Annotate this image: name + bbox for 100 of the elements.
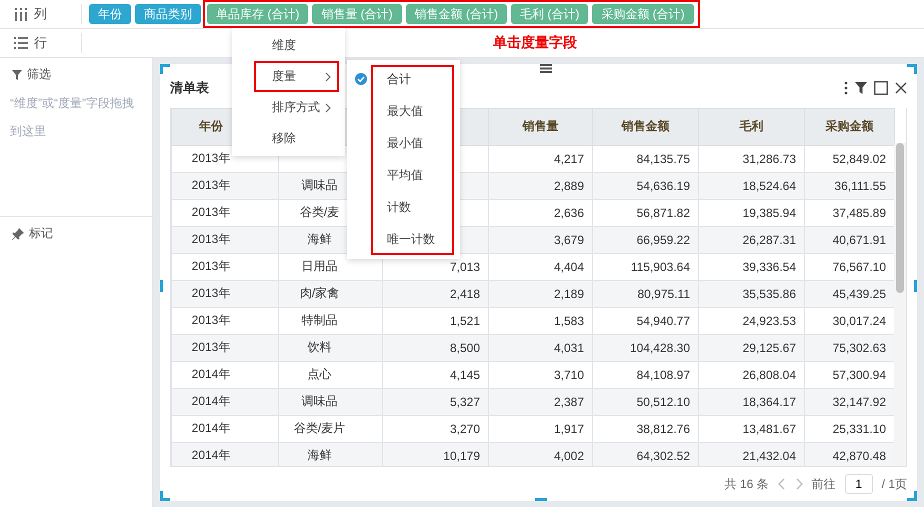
table-cell: 54,940.77 [592, 307, 698, 334]
resize-handle[interactable] [160, 491, 170, 501]
table-cell: 2013年 [172, 280, 278, 308]
shelf-label: 列 [34, 5, 47, 23]
table-cell: 海鲜 [278, 442, 382, 466]
table-cell: 2013年 [172, 253, 278, 280]
table-cell: 38,812.76 [592, 415, 698, 442]
maximize-icon [874, 80, 888, 95]
table-cell: 特制品 [278, 307, 382, 334]
chevron-right-icon [325, 72, 331, 82]
table-cell: 50,512.10 [592, 388, 698, 416]
resize-handle[interactable] [914, 280, 917, 292]
table-cell: 肉/家禽 [278, 280, 382, 308]
page-input[interactable]: 1 [844, 474, 873, 494]
table-cell: 3,270 [382, 415, 488, 442]
column-header[interactable]: 采购金额 [804, 108, 894, 146]
menu-item[interactable]: 最小值 [387, 134, 423, 152]
table-cell: 1,583 [488, 307, 592, 334]
column-header[interactable]: 销售金额 [592, 108, 698, 146]
table-cell: 2014年 [172, 388, 278, 416]
menu-item[interactable]: 度量 [254, 61, 339, 92]
table-cell: 2,636 [488, 199, 592, 226]
chevron-right-icon [325, 102, 331, 112]
table-cell: 26,287.31 [698, 226, 804, 254]
list-icon [14, 36, 28, 50]
menu-item[interactable]: 平均值 [387, 166, 423, 184]
table-cell: 4,217 [488, 145, 592, 172]
table-cell: 31,286.73 [698, 145, 804, 172]
table-cell: 2014年 [172, 442, 278, 466]
table-cell: 54,636.19 [592, 172, 698, 200]
table-cell: 2014年 [172, 415, 278, 442]
previous-icon [778, 478, 786, 490]
next-icon [794, 478, 803, 490]
table-cell: 104,428.30 [592, 334, 698, 362]
table-cell: 4,145 [382, 361, 488, 388]
resize-handle[interactable] [907, 491, 917, 501]
marks-title: 标记 [29, 225, 53, 242]
table-cell: 56,871.82 [592, 199, 698, 226]
column-header[interactable]: 销售量 [488, 108, 592, 146]
table-cell: 80,975.11 [592, 280, 698, 308]
column-header[interactable]: 毛利 [698, 108, 804, 146]
resize-handle[interactable] [160, 280, 163, 292]
table-cell: 66,959.22 [592, 226, 698, 254]
table-cell: 2013年 [172, 307, 278, 334]
filter-icon [12, 70, 22, 80]
scrollbar-thumb[interactable] [896, 142, 904, 293]
table-cell: 1,521 [382, 307, 488, 334]
pin-icon [12, 228, 24, 240]
table-cell: 45,439.25 [804, 280, 894, 308]
shelf-label: 行 [34, 34, 47, 52]
table-cell: 2,387 [488, 388, 592, 416]
page-count: / 1页 [882, 476, 907, 493]
table-cell: 4,404 [488, 253, 592, 280]
menu-item[interactable]: 计数 [387, 198, 411, 216]
resize-handle[interactable] [907, 64, 917, 74]
table-cell: 2013年 [172, 199, 278, 226]
table-cell: 点心 [278, 361, 382, 388]
table-cell: 8,500 [382, 334, 488, 362]
table-cell: 1,917 [488, 415, 592, 442]
table-cell: 3,679 [488, 226, 592, 254]
table-cell: 2014年 [172, 361, 278, 388]
table-cell: 5,327 [382, 388, 488, 416]
table-cell: 32,147.92 [804, 388, 894, 416]
resize-handle[interactable] [535, 498, 547, 501]
table-cell: 饮料 [278, 334, 382, 362]
more-icon [844, 80, 848, 95]
total-count: 共 16 条 [724, 476, 769, 493]
table-cell: 36,111.55 [804, 172, 894, 200]
table-cell: 2013年 [172, 172, 278, 200]
table-cell: 2,418 [382, 280, 488, 308]
table-cell: 21,432.04 [698, 442, 804, 466]
table-cell: 84,135.75 [592, 145, 698, 172]
table-cell: 42,870.48 [804, 442, 894, 466]
table-cell: 调味品 [278, 388, 382, 416]
table-cell: 2,189 [488, 280, 592, 308]
filter-icon [855, 82, 867, 94]
table-cell: 75,302.63 [804, 334, 894, 362]
table-cell: 2,889 [488, 172, 592, 200]
table-cell: 40,671.91 [804, 226, 894, 254]
table-cell: 谷类/麦片 [278, 415, 382, 442]
table-cell: 29,125.67 [698, 334, 804, 362]
drop-hint: “维度”或“度量”字段拖拽到这里 [9, 95, 135, 140]
menu-item[interactable]: 合计 [387, 70, 411, 88]
menu-item[interactable]: 维度 [254, 30, 339, 61]
table-cell: 18,364.17 [698, 388, 804, 416]
table-cell: 39,336.54 [698, 253, 804, 280]
columns-icon [14, 7, 28, 21]
table-cell: 26,808.04 [698, 361, 804, 388]
resize-handle[interactable] [160, 64, 170, 74]
drag-handle-icon [540, 64, 552, 73]
table-cell: 2013年 [172, 334, 278, 362]
table-cell: 4,002 [488, 442, 592, 466]
table-cell: 2013年 [172, 226, 278, 254]
annotation-text: 单击度量字段 [493, 34, 577, 52]
table-cell: 64,302.52 [592, 442, 698, 466]
table-cell: 13,481.67 [698, 415, 804, 442]
menu-item[interactable]: 最大值 [387, 102, 423, 120]
filter-title: 筛选 [27, 66, 51, 83]
table-cell: 18,524.64 [698, 172, 804, 200]
scrollbar[interactable] [894, 142, 906, 466]
